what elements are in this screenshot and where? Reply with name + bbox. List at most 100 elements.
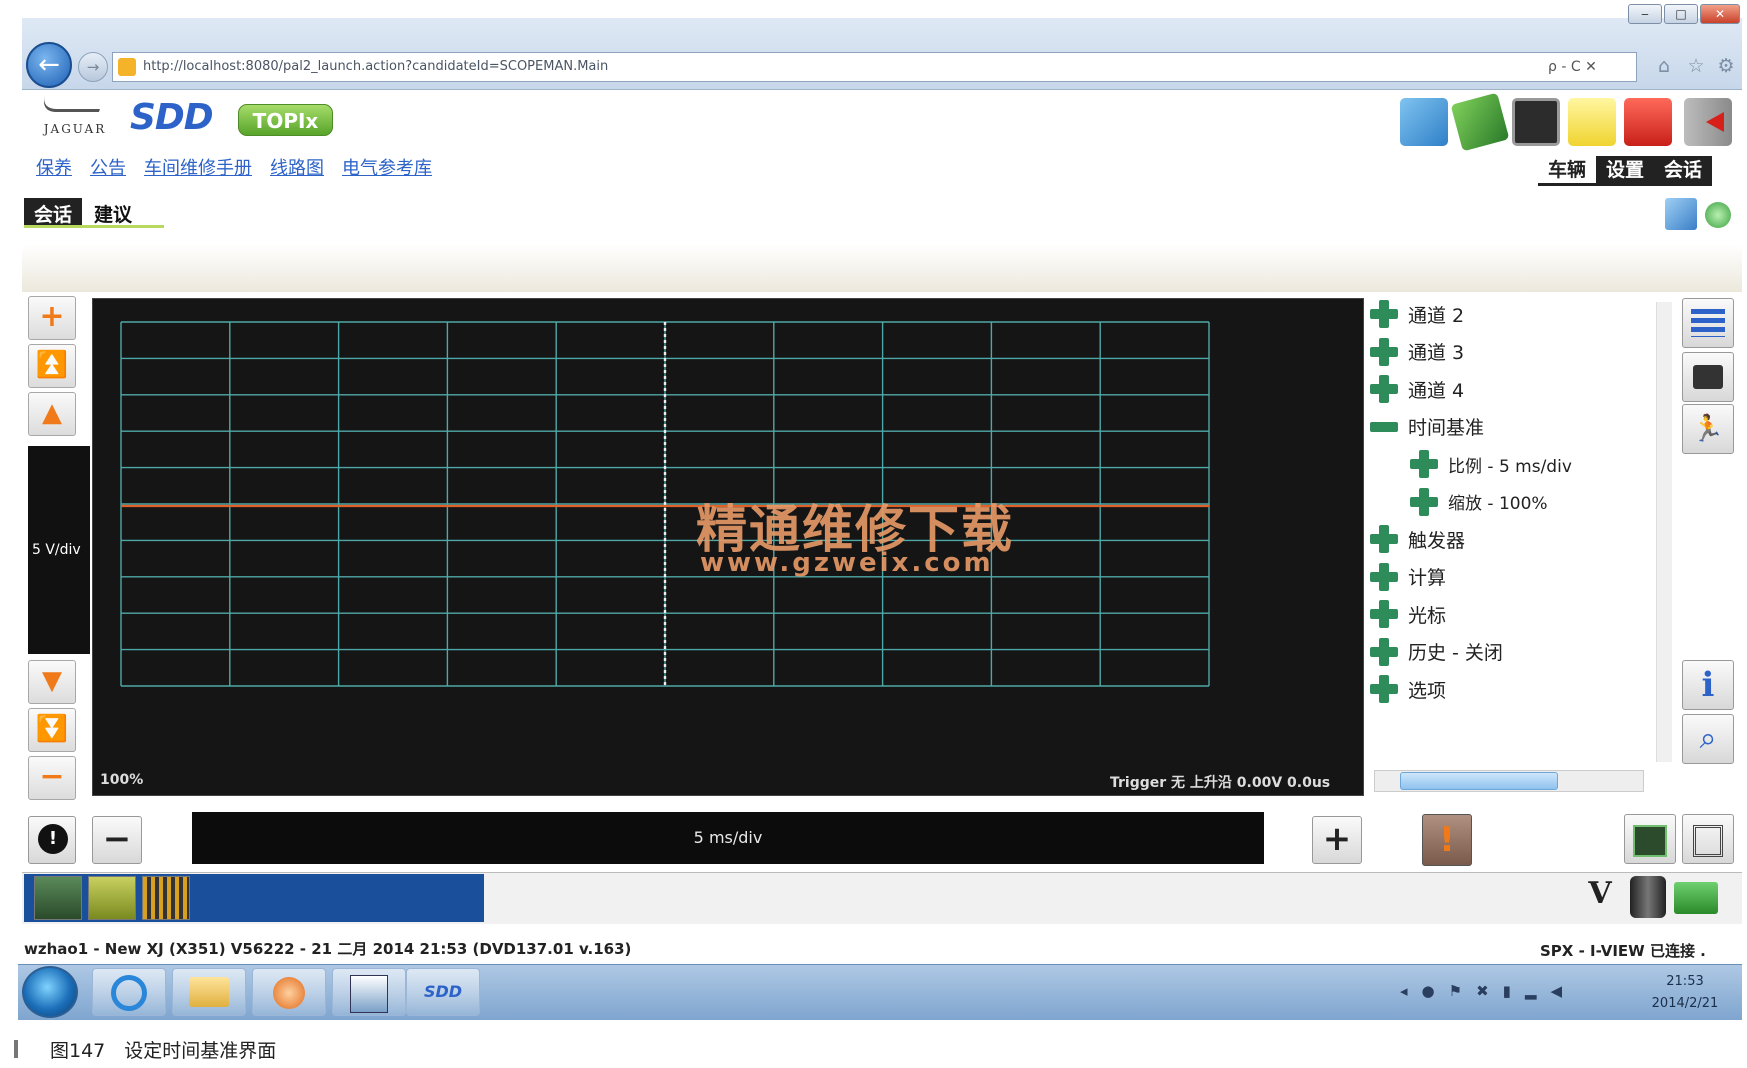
maximize-button[interactable]: □ bbox=[1664, 4, 1698, 24]
expand-icon[interactable] bbox=[1370, 675, 1398, 703]
watermark-title: 精通维修下载 bbox=[696, 500, 1015, 560]
expand-icon[interactable] bbox=[1370, 562, 1398, 591]
calendar-app-icon bbox=[350, 975, 388, 1013]
expand-icon[interactable] bbox=[1370, 637, 1398, 666]
list-view-button[interactable] bbox=[1682, 298, 1734, 348]
network-icon[interactable] bbox=[1400, 98, 1448, 146]
star-icon[interactable]: ☆ bbox=[1684, 54, 1708, 78]
tray-icons[interactable]: ◂ ● ⚑ ✖ ▮ ▂ ◀ bbox=[1400, 982, 1562, 1000]
camera-button[interactable] bbox=[1682, 352, 1734, 402]
tree-item[interactable]: 通道 3 bbox=[1370, 337, 1465, 366]
battery-icon[interactable] bbox=[1512, 98, 1560, 146]
tree-item[interactable]: 通道 2 bbox=[1370, 300, 1464, 328]
home-icon[interactable]: ⌂ bbox=[1652, 54, 1676, 78]
expand-icon[interactable] bbox=[1410, 487, 1438, 516]
tab-vehicle[interactable]: 车辆 bbox=[1538, 156, 1597, 186]
tree-item[interactable]: 比例 - 5 ms/div bbox=[1410, 450, 1572, 478]
forward-arrow-icon[interactable]: → bbox=[78, 52, 108, 82]
taskbar-ie[interactable] bbox=[92, 968, 166, 1016]
gear-icon[interactable]: ⚙ bbox=[1714, 54, 1738, 78]
expand-icon[interactable] bbox=[1370, 600, 1398, 628]
nav-link-wiring-diagrams[interactable]: 线路图 bbox=[270, 154, 324, 179]
timebase-increase-button[interactable]: + bbox=[1312, 816, 1362, 864]
nav-link-workshop-manual[interactable]: 车间维修手册 bbox=[144, 154, 252, 179]
expand-icon[interactable] bbox=[1370, 300, 1398, 328]
marker-button[interactable]: ! bbox=[1422, 814, 1472, 866]
timebase-decrease-button[interactable]: − bbox=[92, 816, 142, 864]
jaguar-logo: JAGUAR bbox=[30, 92, 120, 140]
address-bar-tools[interactable]: ρ - C ✕ bbox=[1548, 52, 1636, 82]
tree-vertical-scrollbar[interactable] bbox=[1656, 302, 1672, 762]
network-tray-icon[interactable]: ◂ bbox=[1400, 982, 1408, 1000]
tree-item[interactable]: 缩放 - 100% bbox=[1410, 487, 1548, 516]
tree-item[interactable]: 计算 bbox=[1370, 562, 1447, 591]
collapse-icon[interactable] bbox=[1370, 413, 1398, 441]
tree-item[interactable]: 历史 - 关闭 bbox=[1370, 637, 1503, 666]
expand-icon[interactable] bbox=[1370, 337, 1398, 366]
scope-mode-icon[interactable] bbox=[34, 876, 82, 920]
tree-item[interactable]: 时间基准 bbox=[1370, 413, 1484, 441]
nav-link-bulletins[interactable]: 公告 bbox=[90, 154, 126, 179]
refresh-icon[interactable] bbox=[1705, 202, 1731, 228]
security-tray-icon[interactable]: ✖ bbox=[1476, 982, 1489, 1000]
connector-icon[interactable] bbox=[142, 876, 190, 920]
module-icon[interactable] bbox=[1450, 92, 1510, 152]
help-tray-icon[interactable]: ● bbox=[1422, 982, 1435, 1000]
tools-icon[interactable] bbox=[1624, 98, 1672, 146]
volume-tray-icon[interactable]: ◀ bbox=[1550, 982, 1562, 1000]
tree-item-label: 计算 bbox=[1408, 567, 1447, 589]
taskbar-explorer[interactable] bbox=[172, 968, 246, 1016]
double-up-arrow-icon[interactable]: ⏫ bbox=[28, 344, 76, 388]
signal-tray-icon[interactable]: ▂ bbox=[1525, 982, 1537, 1000]
taskbar-sdd[interactable]: SDD bbox=[406, 968, 480, 1016]
tab-settings[interactable]: 设置 bbox=[1596, 156, 1655, 186]
waveform-view-button[interactable] bbox=[1624, 814, 1676, 864]
double-down-arrow-icon[interactable]: ⏬ bbox=[28, 708, 76, 752]
jaguar-wordmark: JAGUAR bbox=[43, 122, 107, 136]
address-bar[interactable]: http://localhost:8080/pal2_launch.action… bbox=[112, 52, 1637, 82]
taskbar-app[interactable] bbox=[332, 968, 406, 1016]
tab-suggestions[interactable]: 建议 bbox=[82, 198, 144, 226]
tree-item[interactable]: 选项 bbox=[1370, 675, 1446, 703]
taskbar-media[interactable] bbox=[252, 968, 326, 1016]
expand-icon[interactable] bbox=[1370, 375, 1398, 403]
zoom-button[interactable]: ⌕ bbox=[1682, 714, 1734, 764]
wifi-tray-icon[interactable]: ▮ bbox=[1503, 982, 1511, 1000]
tree-item[interactable]: 触发器 bbox=[1370, 525, 1465, 553]
tree-item[interactable]: 光标 bbox=[1370, 600, 1446, 628]
up-arrow-icon[interactable]: ▲ bbox=[28, 392, 76, 436]
flag-tray-icon[interactable]: ⚑ bbox=[1449, 982, 1462, 1000]
connection-status: SPX - I-VIEW 已连接 . bbox=[1540, 942, 1706, 960]
nav-link-electrical-library[interactable]: 电气参考库 bbox=[342, 154, 432, 179]
tab-session[interactable]: 会话 bbox=[1654, 156, 1713, 186]
close-window-button[interactable]: ✕ bbox=[1700, 4, 1740, 24]
expand-icon[interactable] bbox=[1370, 525, 1398, 553]
probe-icon[interactable] bbox=[88, 876, 136, 920]
nav-link-maintenance[interactable]: 保养 bbox=[36, 154, 72, 179]
voltmeter-icon[interactable]: V bbox=[1578, 876, 1622, 920]
back-arrow-icon[interactable]: ← bbox=[26, 42, 72, 88]
start-button[interactable] bbox=[22, 966, 78, 1018]
tree-item-label: 通道 3 bbox=[1408, 342, 1465, 364]
computer-icon[interactable] bbox=[1665, 198, 1697, 230]
topix-button[interactable]: TOPIx bbox=[238, 104, 333, 136]
page-favicon-icon bbox=[118, 58, 136, 76]
fullscreen-button[interactable] bbox=[1682, 814, 1734, 864]
volts-increase-button[interactable]: + bbox=[28, 296, 76, 340]
clock-time[interactable]: 21:53 bbox=[1640, 974, 1730, 992]
expand-icon[interactable] bbox=[1410, 450, 1438, 478]
figure-caption: 图147 设定时间基准界面 bbox=[50, 1040, 277, 1062]
tab-session-active[interactable]: 会话 bbox=[24, 198, 83, 226]
down-arrow-icon[interactable]: ▼ bbox=[28, 660, 76, 704]
run-button[interactable]: 🏃 bbox=[1682, 404, 1734, 454]
note-icon[interactable] bbox=[1568, 98, 1616, 146]
volts-decrease-button[interactable]: − bbox=[28, 756, 76, 800]
ivew-module-icon[interactable] bbox=[1630, 876, 1666, 918]
minimize-button[interactable]: ‒ bbox=[1628, 4, 1662, 24]
clock-date[interactable]: 2014/2/21 bbox=[1630, 996, 1740, 1014]
tree-item[interactable]: 通道 4 bbox=[1370, 375, 1464, 403]
exit-icon[interactable] bbox=[1684, 98, 1732, 146]
tree-scroll-thumb[interactable] bbox=[1400, 772, 1558, 790]
info-button[interactable]: i bbox=[1682, 660, 1734, 710]
battery-status-icon[interactable] bbox=[1674, 882, 1718, 914]
